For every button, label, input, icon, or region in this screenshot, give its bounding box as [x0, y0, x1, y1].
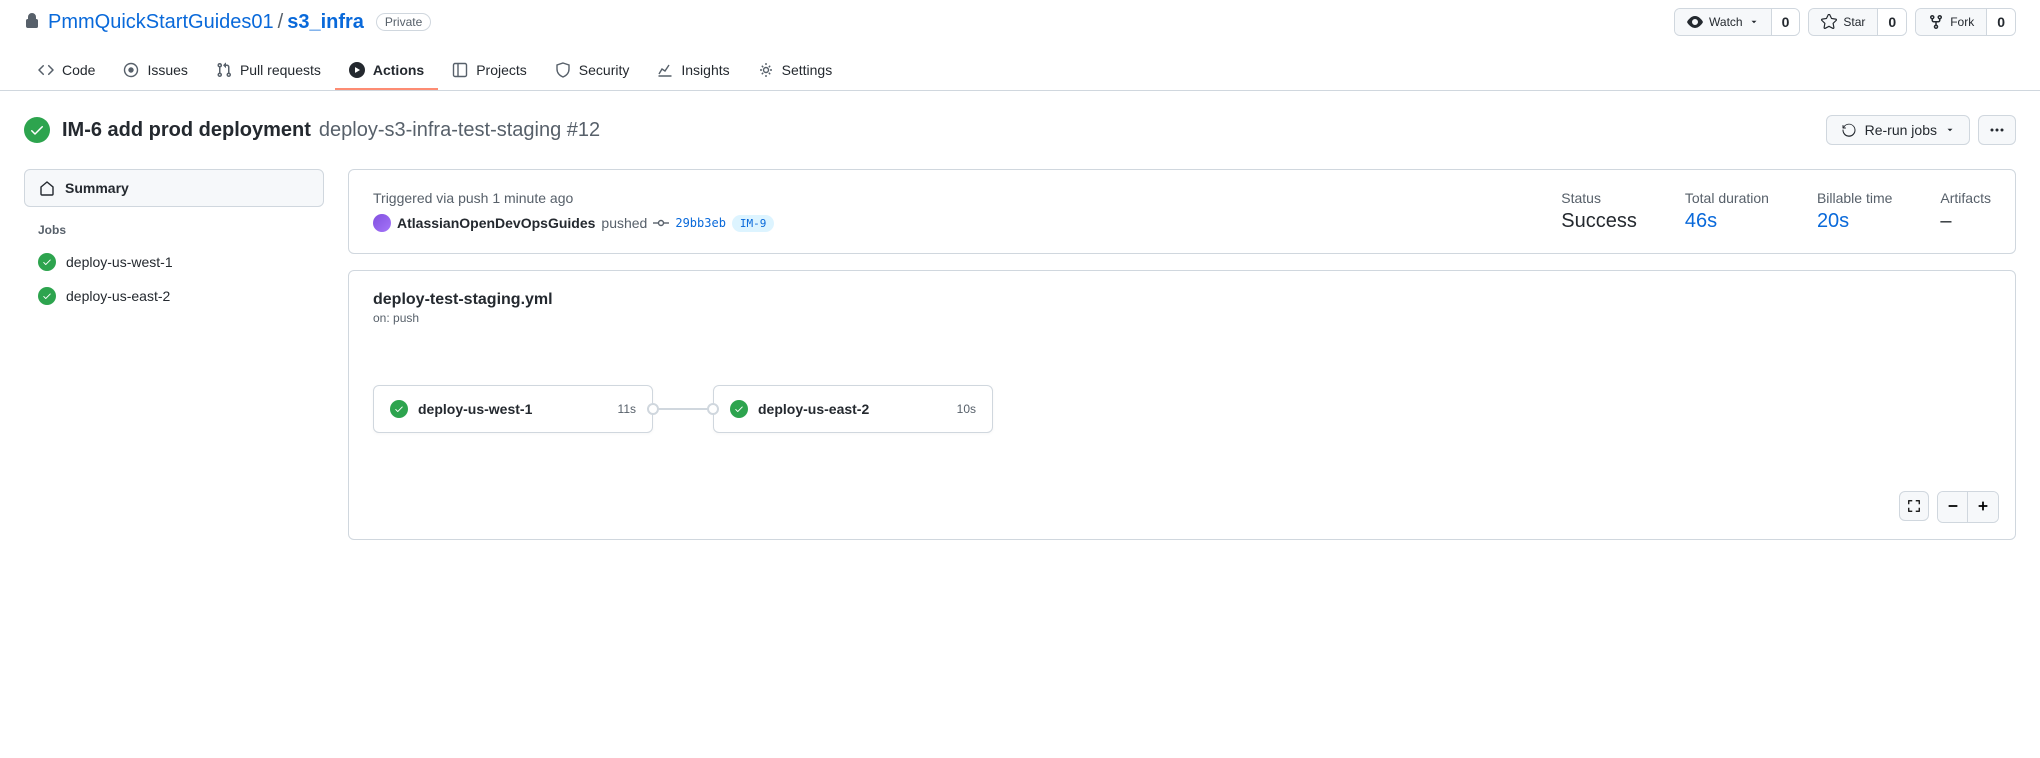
caret-down-icon: [1749, 17, 1759, 27]
sidebar-job-item[interactable]: deploy-us-west-1: [24, 245, 324, 279]
code-icon: [38, 62, 54, 78]
job-status-icon: [730, 400, 748, 418]
job-name: deploy-us-west-1: [66, 254, 173, 270]
job-name: deploy-us-east-2: [66, 288, 170, 304]
kebab-menu-button[interactable]: [1978, 115, 2016, 145]
plus-icon: [1976, 499, 1990, 513]
graph-icon: [657, 62, 673, 78]
pusher-name[interactable]: AtlassianOpenDevOpsGuides: [397, 215, 595, 231]
star-button-group: Star 0: [1808, 8, 1907, 36]
fork-count[interactable]: 0: [1986, 9, 2015, 35]
gear-icon: [758, 62, 774, 78]
star-button[interactable]: Star: [1809, 9, 1877, 35]
tab-actions[interactable]: Actions: [335, 52, 438, 90]
branch-label[interactable]: IM-9: [732, 215, 775, 232]
run-name: IM-6 add prod deployment: [62, 119, 311, 142]
node-time: 11s: [618, 402, 636, 416]
breadcrumb-separator: /: [278, 11, 284, 34]
trigger-info: Triggered via push 1 minute ago: [373, 190, 1513, 206]
home-icon: [39, 180, 55, 196]
fork-button-group: Fork 0: [1915, 8, 2016, 36]
check-icon: [42, 257, 52, 267]
fork-button[interactable]: Fork: [1916, 9, 1986, 35]
breadcrumb: PmmQuickStartGuides01 / s3_infra: [48, 11, 364, 34]
issues-icon: [123, 62, 139, 78]
minus-icon: [1946, 499, 1960, 513]
node-name: deploy-us-west-1: [418, 401, 608, 417]
sidebar-job-item[interactable]: deploy-us-east-2: [24, 279, 324, 313]
workflow-trigger: on: push: [373, 311, 1991, 325]
fork-label: Fork: [1950, 15, 1974, 29]
zoom-in-button[interactable]: [1968, 492, 1998, 522]
star-count[interactable]: 0: [1877, 9, 1906, 35]
pull-request-icon: [216, 62, 232, 78]
stat-billable-value[interactable]: 20s: [1817, 210, 1892, 233]
stat-duration: Total duration 46s: [1685, 190, 1769, 233]
job-status-icon: [38, 253, 56, 271]
run-subtitle: deploy-s3-infra-test-staging #12: [319, 119, 600, 142]
watch-label: Watch: [1709, 15, 1743, 29]
workflow-node[interactable]: deploy-us-east-2 10s: [713, 385, 993, 433]
repo-owner-link[interactable]: PmmQuickStartGuides01: [48, 11, 274, 34]
watch-count[interactable]: 0: [1771, 9, 1800, 35]
tab-pull-requests[interactable]: Pull requests: [202, 52, 335, 90]
kebab-icon: [1989, 122, 2005, 138]
run-title: IM-6 add prod deployment deploy-s3-infra…: [62, 119, 600, 142]
fullscreen-icon: [1907, 499, 1921, 513]
node-time: 10s: [957, 402, 976, 416]
workflow-node[interactable]: deploy-us-west-1 11s: [373, 385, 653, 433]
tab-security[interactable]: Security: [541, 52, 644, 90]
repo-name-link[interactable]: s3_infra: [287, 11, 364, 34]
fork-icon: [1928, 14, 1944, 30]
star-label: Star: [1843, 15, 1865, 29]
commit-link[interactable]: 29bb3eb: [675, 216, 726, 230]
stat-duration-value[interactable]: 46s: [1685, 210, 1769, 233]
check-icon: [29, 122, 45, 138]
sync-icon: [1841, 122, 1857, 138]
tab-projects[interactable]: Projects: [438, 52, 541, 90]
job-status-icon: [390, 400, 408, 418]
pushed-text: pushed: [601, 215, 647, 231]
sidebar-jobs-heading: Jobs: [24, 207, 324, 245]
stat-billable: Billable time 20s: [1817, 190, 1892, 233]
eye-icon: [1687, 14, 1703, 30]
check-icon: [734, 404, 744, 414]
sidebar-summary-label: Summary: [65, 180, 129, 196]
play-icon: [349, 62, 365, 78]
caret-down-icon: [1945, 125, 1955, 135]
stat-artifacts: Artifacts –: [1940, 190, 1991, 233]
visibility-badge: Private: [376, 13, 431, 31]
tab-settings[interactable]: Settings: [744, 52, 847, 90]
tab-code[interactable]: Code: [24, 52, 109, 90]
projects-icon: [452, 62, 468, 78]
tab-insights[interactable]: Insights: [643, 52, 743, 90]
node-connector: [653, 408, 713, 410]
check-icon: [42, 291, 52, 301]
shield-icon: [555, 62, 571, 78]
rerun-label: Re-run jobs: [1865, 122, 1937, 138]
tab-issues[interactable]: Issues: [109, 52, 201, 90]
star-icon: [1821, 14, 1837, 30]
stat-status: Status Success: [1561, 190, 1637, 233]
workflow-file[interactable]: deploy-test-staging.yml: [373, 291, 1991, 309]
avatar[interactable]: [373, 214, 391, 232]
node-name: deploy-us-east-2: [758, 401, 947, 417]
lock-icon: [24, 13, 40, 32]
zoom-out-button[interactable]: [1938, 492, 1968, 522]
run-status-icon: [24, 117, 50, 143]
job-status-icon: [38, 287, 56, 305]
watch-button-group: Watch 0: [1674, 8, 1800, 36]
fullscreen-button[interactable]: [1899, 491, 1929, 521]
watch-button[interactable]: Watch: [1675, 9, 1771, 35]
rerun-jobs-button[interactable]: Re-run jobs: [1826, 115, 1970, 145]
stat-artifacts-value: –: [1940, 210, 1991, 233]
check-icon: [394, 404, 404, 414]
stat-status-value: Success: [1561, 210, 1637, 233]
sidebar-item-summary[interactable]: Summary: [24, 169, 324, 207]
commit-icon: [653, 215, 669, 231]
